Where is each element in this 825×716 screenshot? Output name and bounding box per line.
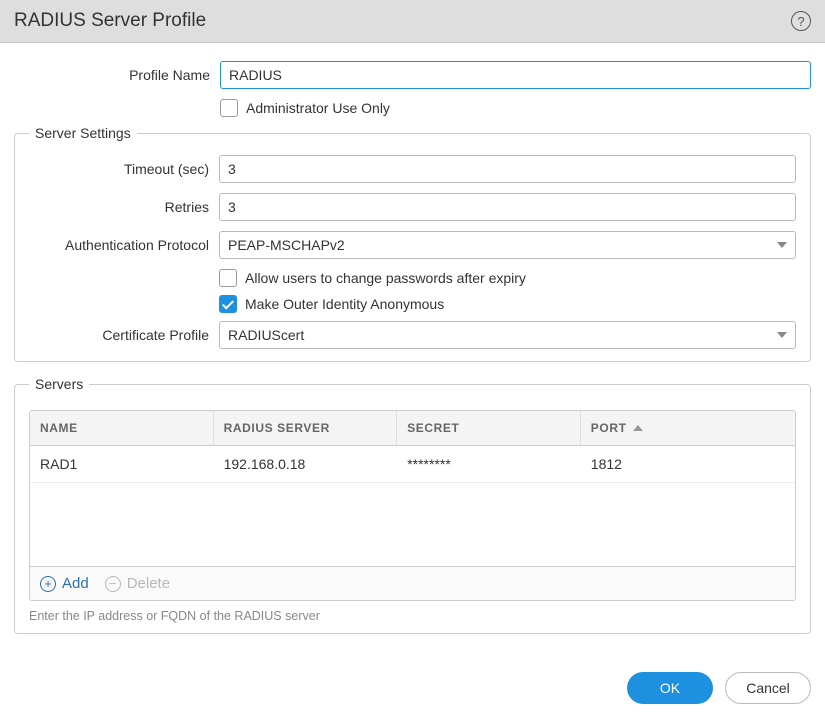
admin-only-checkbox[interactable] <box>220 99 238 117</box>
servers-legend: Servers <box>29 376 89 392</box>
servers-table: NAME RADIUS SERVER SECRET PORT RAD1 192.… <box>29 410 796 601</box>
plus-icon: + <box>40 576 56 592</box>
minus-icon: − <box>105 576 121 592</box>
cert-profile-label: Certificate Profile <box>29 327 219 343</box>
col-header-server[interactable]: RADIUS SERVER <box>214 411 398 445</box>
timeout-label: Timeout (sec) <box>29 161 219 177</box>
col-header-name[interactable]: NAME <box>30 411 214 445</box>
cancel-button[interactable]: Cancel <box>725 672 811 704</box>
admin-only-label: Administrator Use Only <box>246 100 390 116</box>
timeout-input[interactable] <box>219 155 796 183</box>
auth-protocol-label: Authentication Protocol <box>29 237 219 253</box>
auth-protocol-select[interactable]: PEAP-MSCHAPv2 <box>219 231 796 259</box>
table-body: RAD1 192.168.0.18 ******** 1812 <box>30 446 795 566</box>
allow-pw-change-label: Allow users to change passwords after ex… <box>245 270 526 286</box>
cell-port: 1812 <box>581 446 795 482</box>
retries-input[interactable] <box>219 193 796 221</box>
cell-name: RAD1 <box>30 446 214 482</box>
form-body: Profile Name Administrator Use Only Serv… <box>0 43 825 654</box>
servers-fieldset: Servers NAME RADIUS SERVER SECRET PORT R… <box>14 376 811 634</box>
cell-server: 192.168.0.18 <box>214 446 398 482</box>
auth-protocol-value: PEAP-MSCHAPv2 <box>228 237 345 253</box>
server-settings-legend: Server Settings <box>29 125 137 141</box>
table-row[interactable]: RAD1 192.168.0.18 ******** 1812 <box>30 446 795 483</box>
help-icon[interactable]: ? <box>791 11 811 31</box>
anon-outer-checkbox[interactable] <box>219 295 237 313</box>
col-header-port[interactable]: PORT <box>581 411 795 445</box>
sort-asc-icon <box>633 425 643 431</box>
chevron-down-icon <box>777 242 787 248</box>
table-footer: + Add − Delete <box>30 566 795 600</box>
cert-profile-select[interactable]: RADIUScert <box>219 321 796 349</box>
anon-outer-label: Make Outer Identity Anonymous <box>245 296 444 312</box>
server-settings-fieldset: Server Settings Timeout (sec) Retries Au… <box>14 125 811 362</box>
table-header: NAME RADIUS SERVER SECRET PORT <box>30 411 795 446</box>
profile-name-label: Profile Name <box>14 67 220 83</box>
add-button[interactable]: + Add <box>40 575 89 592</box>
delete-button: − Delete <box>105 575 170 592</box>
servers-hint: Enter the IP address or FQDN of the RADI… <box>29 609 796 623</box>
allow-pw-change-checkbox[interactable] <box>219 269 237 287</box>
col-header-secret[interactable]: SECRET <box>397 411 581 445</box>
cert-profile-value: RADIUScert <box>228 327 304 343</box>
title-bar: RADIUS Server Profile ? <box>0 0 825 43</box>
retries-label: Retries <box>29 199 219 215</box>
cell-secret: ******** <box>397 446 581 482</box>
ok-button[interactable]: OK <box>627 672 713 704</box>
chevron-down-icon <box>777 332 787 338</box>
dialog-footer: OK Cancel <box>0 654 825 716</box>
dialog-title: RADIUS Server Profile <box>14 10 206 32</box>
profile-name-input[interactable] <box>220 61 811 89</box>
